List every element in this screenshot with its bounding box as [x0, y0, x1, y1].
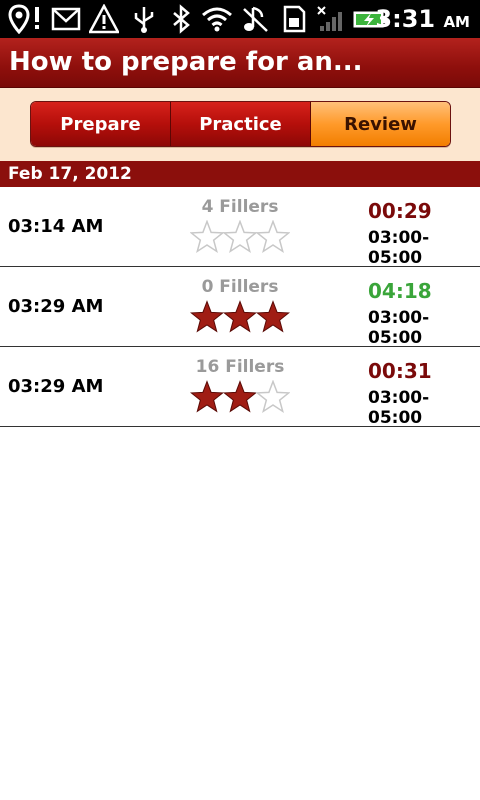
target-window: 03:00-05:00: [368, 308, 430, 348]
star-filled-icon: [190, 380, 225, 413]
fillers-count: 0 Fillers: [201, 277, 279, 297]
session-row[interactable]: 03:29 AM 16 Fillers 00:31 03:00-05:00: [0, 347, 480, 428]
session-duration: 04:18: [368, 279, 432, 303]
usb-icon: [134, 7, 154, 33]
wifi-icon: [202, 7, 232, 32]
star-rating: [190, 300, 290, 333]
star-empty-icon: [255, 220, 290, 254]
star-empty-icon: [222, 220, 258, 254]
star-empty-icon: [255, 380, 290, 414]
star-filled-icon: [190, 300, 225, 333]
fillers-count: 16 Fillers: [195, 357, 285, 377]
target-window: 03:00-05:00: [368, 388, 430, 428]
session-row[interactable]: 03:14 AM 4 Fillers 00:29 03:00-05:00: [0, 187, 480, 268]
no-signal-icon: [317, 6, 342, 31]
session-duration: 00:29: [368, 199, 432, 223]
session-row[interactable]: 03:29 AM 0 Fillers 04:18 03:00-05:00: [0, 267, 480, 348]
star-rating: [190, 220, 290, 254]
bluetooth-icon: [173, 4, 190, 34]
session-time: 03:29 AM: [8, 296, 104, 317]
clock: 3:31 AM: [375, 5, 470, 33]
tab-prepare[interactable]: Prepare: [31, 102, 171, 146]
segmented-control: Prepare Practice Review: [30, 101, 451, 147]
tab-review[interactable]: Review: [311, 102, 450, 146]
star-filled-icon: [222, 380, 258, 413]
tab-practice[interactable]: Practice: [171, 102, 311, 146]
location-alert-icon: [8, 4, 39, 34]
star-filled-icon: [255, 300, 290, 333]
session-time: 03:14 AM: [8, 216, 104, 237]
warning-icon: [89, 4, 119, 34]
target-window: 03:00-05:00: [368, 228, 430, 268]
sd-card-icon: [283, 5, 306, 33]
star-rating: [190, 380, 290, 414]
session-duration: 00:31: [368, 359, 432, 383]
music-off-icon: [243, 6, 268, 32]
session-time: 03:29 AM: [8, 376, 104, 397]
section-date: Feb 17, 2012: [8, 164, 132, 184]
star-empty-icon: [190, 220, 225, 254]
status-bar: 3:31 AM: [0, 0, 480, 38]
gmail-icon: [51, 7, 81, 31]
date-section-header: Feb 17, 2012: [0, 161, 480, 187]
star-filled-icon: [222, 300, 258, 333]
title-bar: How to prepare for an...: [0, 38, 480, 88]
tab-bar: Prepare Practice Review: [0, 88, 480, 161]
page-title: How to prepare for an...: [9, 47, 363, 77]
fillers-count: 4 Fillers: [201, 197, 279, 217]
